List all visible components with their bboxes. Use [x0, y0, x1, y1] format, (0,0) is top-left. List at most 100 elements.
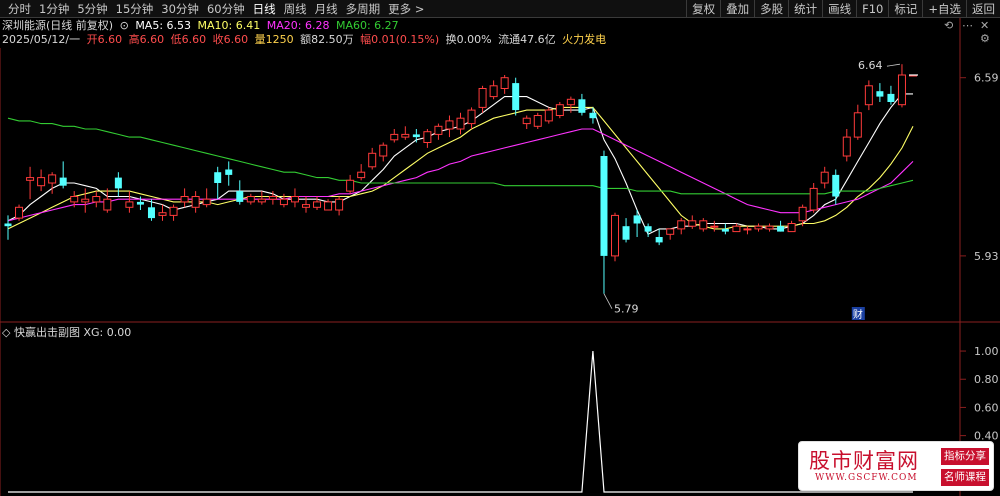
candle[interactable]: [59, 161, 67, 189]
candle-body: [809, 187, 818, 211]
candle-body: [522, 117, 531, 125]
candle[interactable]: [290, 188, 299, 208]
candle[interactable]: [777, 220, 785, 232]
candle[interactable]: [544, 107, 553, 124]
candle[interactable]: [820, 166, 829, 189]
price-tick-label: 5.93: [974, 250, 999, 263]
candle[interactable]: [214, 166, 222, 200]
candle[interactable]: [26, 166, 35, 200]
candle[interactable]: [512, 77, 520, 116]
candle[interactable]: [180, 188, 189, 208]
candle[interactable]: [688, 215, 697, 229]
candle[interactable]: [876, 83, 884, 102]
candle[interactable]: [478, 85, 487, 113]
candle[interactable]: [357, 164, 366, 181]
candle-body: [214, 172, 222, 183]
candle[interactable]: [456, 112, 465, 135]
candle-body: [236, 191, 244, 202]
candle[interactable]: [390, 129, 399, 143]
candle-body: [732, 225, 741, 233]
candle-body: [589, 112, 597, 119]
candle[interactable]: [225, 161, 233, 186]
candle[interactable]: [401, 126, 410, 140]
candle-body: [611, 214, 620, 257]
candle[interactable]: [279, 193, 288, 208]
candle[interactable]: [832, 169, 840, 205]
candle[interactable]: [236, 180, 244, 205]
candle-body: [512, 83, 520, 111]
candle[interactable]: [15, 204, 24, 221]
candle[interactable]: [158, 204, 167, 221]
candle-body: [257, 198, 266, 203]
candle[interactable]: [710, 220, 719, 232]
candle[interactable]: [765, 223, 774, 232]
candle[interactable]: [732, 223, 741, 233]
candle[interactable]: [37, 169, 46, 192]
candle[interactable]: [346, 174, 355, 194]
candle[interactable]: [721, 223, 729, 235]
candle[interactable]: [423, 129, 432, 148]
candle[interactable]: [533, 112, 542, 129]
candle[interactable]: [467, 107, 476, 129]
candle-body: [48, 174, 57, 184]
candle-body: [897, 74, 906, 106]
candle[interactable]: [522, 115, 531, 130]
candle[interactable]: [897, 64, 906, 108]
candle[interactable]: [434, 123, 443, 140]
candle[interactable]: [202, 188, 211, 208]
price-tick-label: 6.59: [974, 72, 999, 85]
candle[interactable]: [114, 172, 122, 197]
candle-body: [368, 152, 377, 168]
candle[interactable]: [787, 220, 796, 233]
candle[interactable]: [555, 102, 564, 119]
candle[interactable]: [103, 188, 112, 213]
candle-body: [81, 198, 90, 203]
candle[interactable]: [191, 191, 200, 213]
candle[interactable]: [666, 228, 675, 240]
candle-body: [390, 133, 399, 141]
candle[interactable]: [379, 142, 388, 162]
candle[interactable]: [246, 193, 255, 205]
candle[interactable]: [335, 196, 344, 216]
candle[interactable]: [445, 115, 454, 138]
candle[interactable]: [611, 212, 620, 262]
candle-body: [15, 206, 24, 219]
collapse-icon[interactable]: ◇: [2, 326, 10, 339]
candle[interactable]: [600, 150, 608, 294]
candle[interactable]: [489, 80, 498, 100]
candle-body: [125, 201, 134, 208]
ma-line-ma20: [7, 128, 914, 222]
candle-body: [158, 212, 167, 216]
candle[interactable]: [622, 218, 630, 243]
candle[interactable]: [500, 75, 509, 94]
candle-body: [313, 201, 322, 208]
candle[interactable]: [644, 223, 652, 238]
candle-body: [777, 226, 785, 232]
candle-body: [136, 201, 144, 205]
candle[interactable]: [699, 218, 708, 232]
candle[interactable]: [81, 188, 90, 213]
candle[interactable]: [754, 223, 763, 232]
candle[interactable]: [655, 228, 663, 246]
candle[interactable]: [842, 129, 851, 162]
candle[interactable]: [412, 129, 420, 143]
candle-body: [335, 198, 344, 211]
candle[interactable]: [368, 147, 377, 170]
candle-body: [842, 136, 851, 157]
candle[interactable]: [169, 204, 178, 221]
candle[interactable]: [809, 183, 818, 213]
candle-body: [544, 109, 553, 122]
candle[interactable]: [887, 85, 895, 105]
candle[interactable]: [125, 191, 134, 213]
finance-marker: 财: [853, 308, 863, 321]
candle[interactable]: [578, 93, 586, 116]
candle-body: [622, 226, 630, 240]
watermark: 股市财富网 WWW.GSCFW.COM 指标分享 名师课程: [798, 441, 994, 491]
candle[interactable]: [743, 226, 752, 235]
candle[interactable]: [313, 196, 322, 211]
candle[interactable]: [677, 218, 686, 235]
candle[interactable]: [853, 104, 862, 140]
candle[interactable]: [864, 80, 873, 111]
candle[interactable]: [257, 191, 266, 205]
candle[interactable]: [92, 191, 101, 208]
